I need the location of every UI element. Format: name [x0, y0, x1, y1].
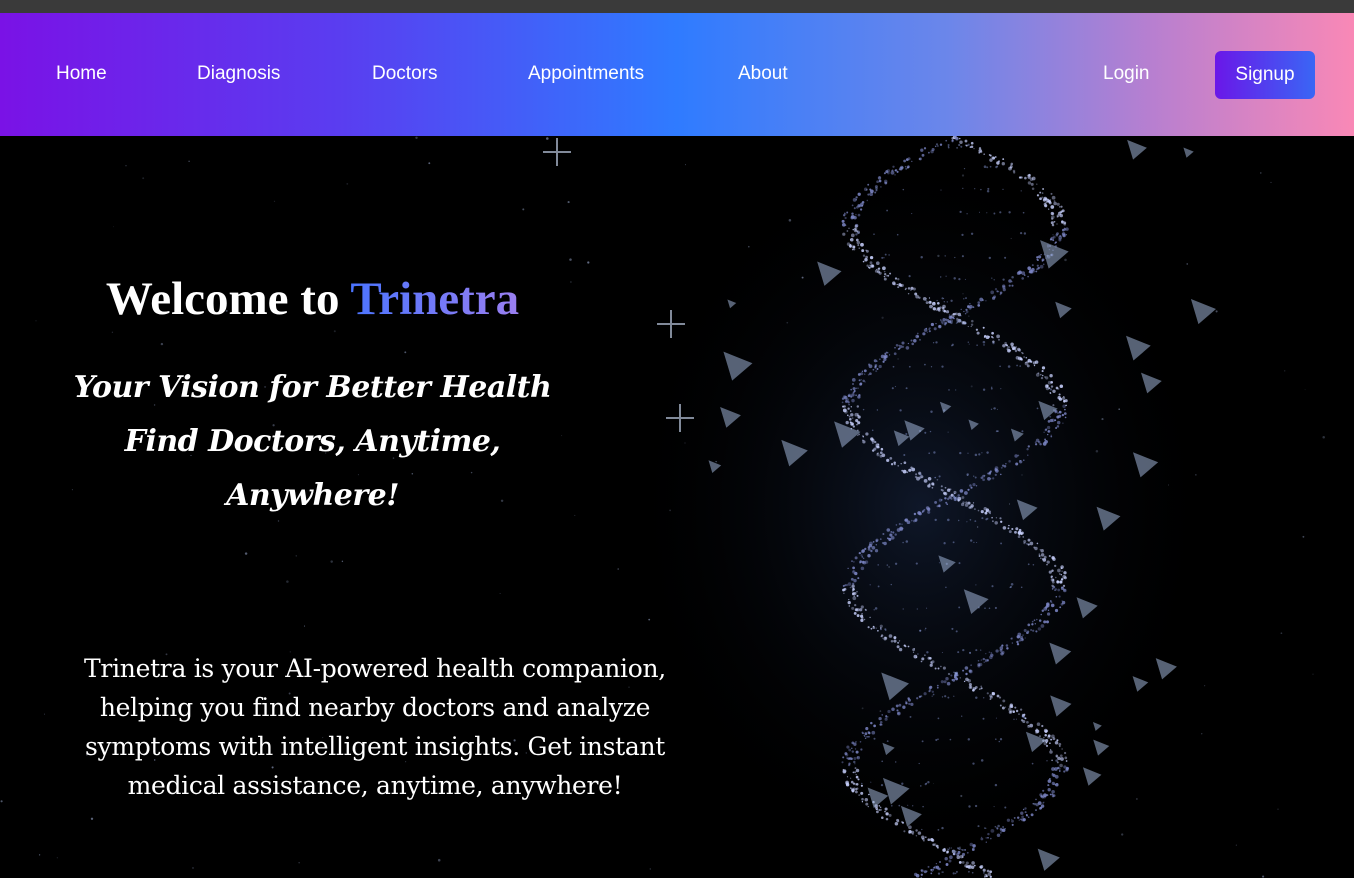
tagline-line: Find Doctors, Anytime, — [124, 424, 501, 459]
tagline-line: Your Vision for Better Health — [73, 370, 552, 405]
nav-appointments-link[interactable]: Appointments — [528, 63, 644, 85]
signup-button[interactable]: Signup — [1215, 51, 1315, 99]
tagline-line: Anywhere! — [226, 478, 399, 513]
welcome-prefix: Welcome to — [105, 273, 351, 325]
description-line: helping you find nearby doctors and anal… — [99, 693, 651, 722]
brand-name: Trinetra — [350, 273, 520, 325]
hero-section: Welcome to Trinetra Your Vision for Bett… — [0, 136, 1354, 878]
description-line: symptoms with intelligent insights. Get … — [84, 732, 666, 761]
description-line: Trinetra is your AI-powered health compa… — [84, 654, 666, 683]
navbar: Home Diagnosis Doctors Appointments Abou… — [0, 13, 1354, 136]
hero-description: Trinetra is your AI-powered health compa… — [55, 649, 695, 805]
description-line: medical assistance, anytime, anywhere! — [127, 771, 623, 800]
nav-home-link[interactable]: Home — [56, 63, 107, 85]
nav-about-link[interactable]: About — [738, 63, 788, 85]
nav-diagnosis-link[interactable]: Diagnosis — [197, 63, 280, 85]
login-link[interactable]: Login — [1103, 63, 1150, 85]
nav-doctors-link[interactable]: Doctors — [372, 63, 437, 85]
browser-top-bar — [0, 0, 1354, 13]
tagline: Your Vision for Better Health Find Docto… — [40, 361, 585, 523]
welcome-heading: Welcome to Trinetra — [0, 269, 625, 329]
